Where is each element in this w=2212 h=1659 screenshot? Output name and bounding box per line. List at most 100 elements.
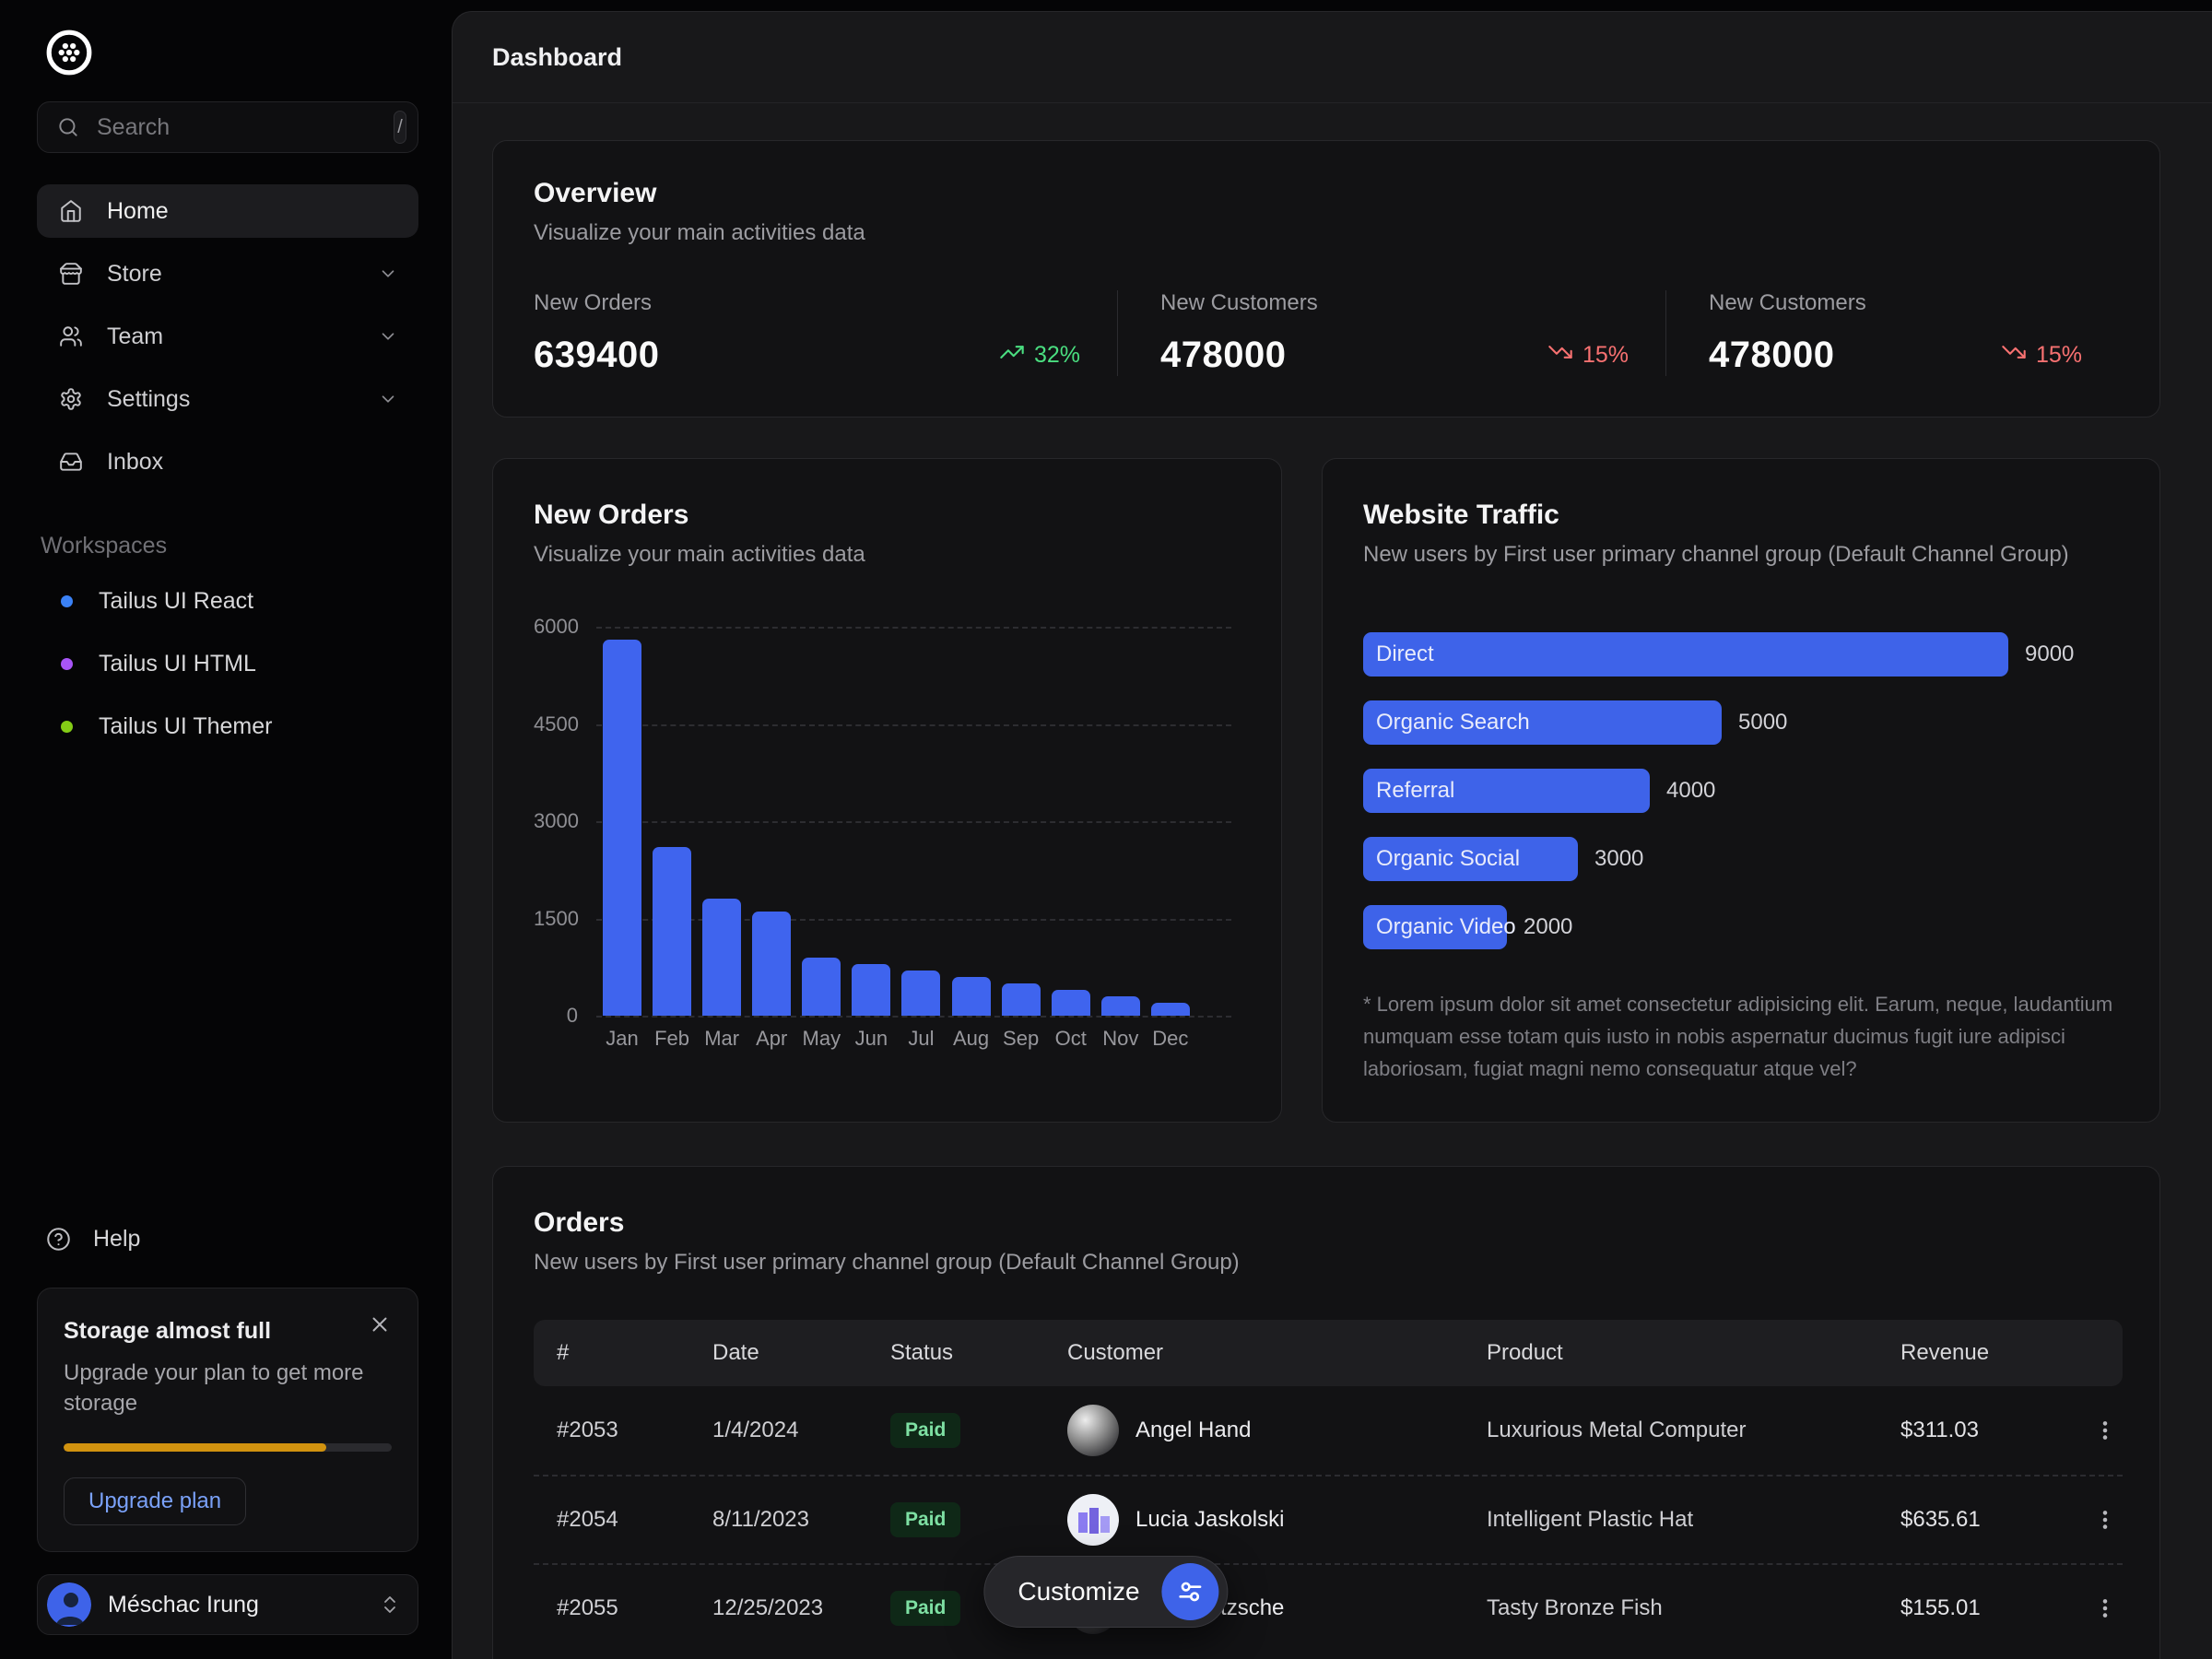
bar-mar bbox=[702, 899, 741, 1016]
main-panel: Dashboard Overview Visualize your main a… bbox=[452, 11, 2212, 1659]
help-label: Help bbox=[93, 1226, 140, 1253]
x-axis-labels: JanFebMarAprMayJunJulAugSepOctNovDec bbox=[603, 1027, 1190, 1051]
cell-revenue: $635.61 bbox=[1900, 1507, 2085, 1533]
bars bbox=[603, 627, 1190, 1016]
traffic-bar-label: Organic Search bbox=[1376, 710, 1530, 735]
sidebar-item-label: Team bbox=[107, 324, 378, 350]
column-header-status: Status bbox=[890, 1340, 1067, 1366]
x-axis-tick: Jul bbox=[901, 1027, 940, 1051]
column-header--: # bbox=[557, 1340, 712, 1366]
table-row: #20548/11/2023PaidLucia JaskolskiIntelli… bbox=[534, 1475, 2123, 1563]
orders-card: Orders New users by First user primary c… bbox=[492, 1166, 2160, 1659]
trending-down-icon bbox=[1547, 339, 1573, 371]
new-orders-chart-card: New Orders Visualize your main activitie… bbox=[492, 458, 1282, 1123]
storage-title: Storage almost full bbox=[64, 1318, 271, 1345]
bar-nov bbox=[1101, 996, 1140, 1016]
traffic-bar-label: Direct bbox=[1376, 641, 1434, 667]
stat-trend: 15% bbox=[2001, 339, 2082, 371]
storage-body-text: Upgrade your plan to get more storage bbox=[64, 1358, 366, 1419]
chevron-down-icon bbox=[378, 264, 398, 284]
status-badge: Paid bbox=[890, 1413, 960, 1448]
team-icon bbox=[59, 324, 83, 348]
bar-oct bbox=[1052, 990, 1090, 1016]
row-menu-button[interactable] bbox=[2085, 1500, 2125, 1540]
cell-date: 12/25/2023 bbox=[712, 1595, 890, 1621]
search-input[interactable] bbox=[97, 114, 394, 141]
x-axis-tick: Jan bbox=[603, 1027, 641, 1051]
workspace-item-tailus-ui-html[interactable]: Tailus UI HTML bbox=[37, 637, 418, 690]
user-menu[interactable]: Méschac Irung bbox=[37, 1574, 418, 1635]
stat-trend-value: 15% bbox=[2036, 342, 2082, 369]
inbox-icon bbox=[59, 450, 83, 474]
traffic-row-referral: Referral4000 bbox=[1363, 769, 2119, 813]
website-traffic-card: Website Traffic New users by First user … bbox=[1322, 458, 2160, 1123]
stat-new-orders: New Orders63940032% bbox=[534, 290, 1117, 376]
bar-feb bbox=[653, 847, 691, 1016]
workspace-item-tailus-ui-react[interactable]: Tailus UI React bbox=[37, 574, 418, 628]
bar-jul bbox=[901, 971, 940, 1016]
traffic-bar-chart: Direct9000Organic Search5000Referral4000… bbox=[1363, 632, 2119, 949]
sidebar-item-store[interactable]: Store bbox=[37, 247, 418, 300]
settings-icon bbox=[59, 387, 83, 411]
workspaces-label: Workspaces bbox=[37, 533, 418, 559]
close-icon[interactable] bbox=[368, 1312, 392, 1336]
stat-label: New Orders bbox=[534, 290, 1080, 316]
y-axis-tick: 3000 bbox=[534, 809, 578, 833]
sidebar-item-home[interactable]: Home bbox=[37, 184, 418, 238]
sidebar-item-team[interactable]: Team bbox=[37, 310, 418, 363]
x-axis-tick: Feb bbox=[653, 1027, 691, 1051]
sidebar-item-settings[interactable]: Settings bbox=[37, 372, 418, 426]
sidebar-item-label: Settings bbox=[107, 386, 378, 413]
home-icon bbox=[59, 199, 83, 223]
table-row: #20531/4/2024PaidAngel HandLuxurious Met… bbox=[534, 1386, 2123, 1475]
column-header-revenue: Revenue bbox=[1900, 1340, 2085, 1366]
bar-jun bbox=[852, 964, 890, 1016]
user-name: Méschac Irung bbox=[108, 1592, 379, 1618]
orders-subtitle: New users by First user primary channel … bbox=[534, 1250, 2123, 1276]
row-menu-button[interactable] bbox=[2085, 1588, 2125, 1629]
traffic-bar-value: 3000 bbox=[1594, 846, 1643, 872]
sliders-icon bbox=[1162, 1563, 1219, 1620]
bar-apr bbox=[752, 912, 791, 1016]
sidebar-item-label: Inbox bbox=[107, 449, 398, 476]
row-menu-button[interactable] bbox=[2085, 1410, 2125, 1451]
stat-value: 478000 bbox=[1709, 335, 1834, 376]
search-box[interactable]: / bbox=[37, 101, 418, 153]
storage-alert-card: Storage almost full Upgrade your plan to… bbox=[37, 1288, 418, 1552]
sidebar-item-label: Store bbox=[107, 261, 378, 288]
sidebar-item-inbox[interactable]: Inbox bbox=[37, 435, 418, 488]
cell-status: Paid bbox=[890, 1502, 1067, 1537]
bar-chart: 60004500300015000JanFebMarAprMayJunJulAu… bbox=[534, 627, 1241, 1016]
workspace-item-tailus-ui-themer[interactable]: Tailus UI Themer bbox=[37, 700, 418, 753]
search-icon bbox=[56, 115, 80, 139]
workspace-dot-icon bbox=[61, 721, 73, 733]
sidebar: / HomeStoreTeamSettingsInbox Workspaces … bbox=[0, 0, 452, 1659]
stat-new-customers: New Customers47800015% bbox=[1117, 290, 1665, 376]
trending-down-icon bbox=[2001, 339, 2027, 371]
table-row: #205512/25/2023PaidShem NitzscheTasty Br… bbox=[534, 1563, 2123, 1652]
upgrade-plan-button[interactable]: Upgrade plan bbox=[64, 1477, 246, 1525]
y-axis-tick: 0 bbox=[534, 1004, 578, 1028]
y-axis-tick: 4500 bbox=[534, 712, 578, 736]
customize-label: Customize bbox=[1018, 1577, 1139, 1606]
main-header: Dashboard bbox=[453, 12, 2212, 103]
workspace-dot-icon bbox=[61, 658, 73, 670]
sidebar-item-help[interactable]: Help bbox=[37, 1216, 418, 1264]
traffic-footnote: * Lorem ipsum dolor sit amet consectetur… bbox=[1363, 988, 2119, 1086]
chevron-down-icon bbox=[378, 389, 398, 409]
new-orders-chart-subtitle: Visualize your main activities data bbox=[534, 542, 1241, 568]
cell-status: Paid bbox=[890, 1413, 1067, 1448]
gridline bbox=[596, 1016, 1231, 1018]
stat-trend-value: 32% bbox=[1034, 342, 1080, 369]
stat-trend-value: 15% bbox=[1583, 342, 1629, 369]
traffic-bar-value: 4000 bbox=[1666, 778, 1715, 804]
y-axis-tick: 6000 bbox=[534, 615, 578, 639]
sidebar-item-label: Home bbox=[107, 198, 398, 225]
store-icon bbox=[59, 262, 83, 286]
cell-product: Tasty Bronze Fish bbox=[1487, 1595, 1900, 1621]
customize-button[interactable]: Customize bbox=[983, 1556, 1228, 1628]
cell-customer: Angel Hand bbox=[1067, 1405, 1487, 1456]
x-axis-tick: May bbox=[802, 1027, 841, 1051]
x-axis-tick: Dec bbox=[1151, 1027, 1190, 1051]
stat-trend: 32% bbox=[999, 339, 1080, 371]
